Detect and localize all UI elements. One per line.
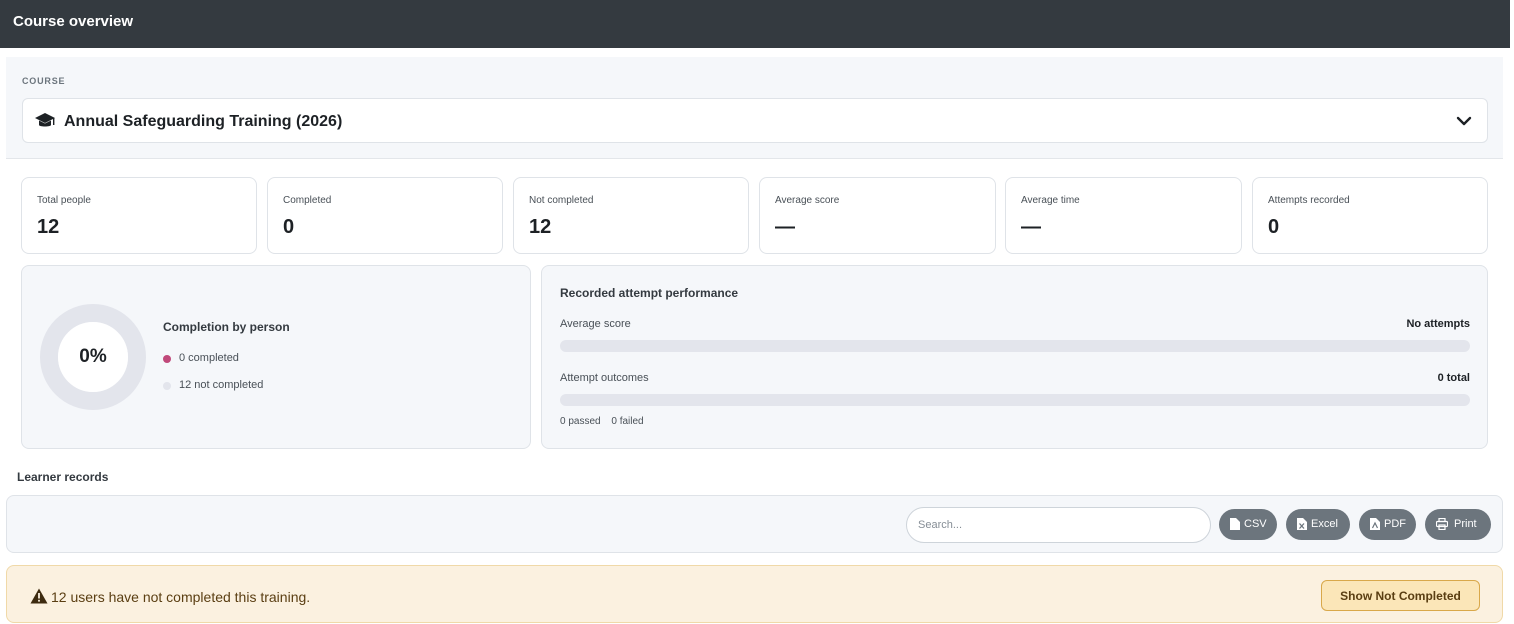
export-pdf-button[interactable]: PDF	[1359, 509, 1416, 540]
button-label: Print	[1454, 518, 1477, 530]
button-label: PDF	[1384, 518, 1406, 530]
completion-panel: 0% Completion by person 0 completed 12 n…	[21, 265, 531, 449]
learner-records-toolbar: CSV Excel PDF Print	[6, 495, 1503, 553]
stat-attempts-recorded: Attempts recorded 0	[1252, 177, 1488, 254]
stat-value: —	[1021, 216, 1041, 238]
attempt-summary: 0 passed 0 failed	[560, 416, 652, 427]
button-label: CSV	[1244, 518, 1267, 530]
attempt-outcomes-value: 0 total	[1437, 372, 1470, 384]
average-score-bar	[560, 340, 1470, 352]
stat-value: 0	[1268, 216, 1280, 238]
stat-label: Total people	[37, 195, 91, 206]
completion-title: Completion by person	[163, 320, 290, 334]
failed-count: 0 failed	[611, 416, 644, 427]
stat-value: —	[775, 216, 795, 238]
course-name: Annual Safeguarding Training (2026)	[64, 113, 343, 130]
attempt-outcomes-bar	[560, 394, 1470, 406]
search-input[interactable]	[906, 507, 1211, 543]
stat-label: Completed	[283, 195, 332, 206]
export-excel-button[interactable]: Excel	[1286, 509, 1350, 540]
stat-completed: Completed 0	[267, 177, 503, 254]
legend-dot-completed	[163, 355, 171, 363]
warning-icon	[30, 588, 48, 604]
stat-value: 0	[283, 216, 295, 238]
stat-total-people: Total people 12	[21, 177, 257, 254]
page-title: Course overview	[13, 13, 134, 30]
course-label: COURSE	[22, 76, 66, 86]
stat-not-completed: Not completed 12	[513, 177, 749, 254]
export-csv-button[interactable]: CSV	[1219, 509, 1277, 540]
file-pdf-icon	[1370, 518, 1380, 530]
stat-label: Average score	[775, 195, 840, 206]
show-not-completed-button[interactable]: Show Not Completed	[1321, 580, 1480, 611]
completion-percent: 0%	[79, 346, 107, 367]
course-section: COURSE Annual Safeguarding Training (202…	[6, 57, 1503, 159]
file-csv-icon	[1230, 518, 1240, 530]
legend-dot-not-completed	[163, 382, 171, 390]
performance-title: Recorded attempt performance	[560, 286, 739, 300]
average-score-value: No attempts	[1406, 318, 1470, 330]
file-excel-icon	[1297, 518, 1307, 530]
legend-label: 12 not completed	[179, 379, 264, 391]
chevron-down-icon	[1456, 116, 1472, 126]
course-select[interactable]: Annual Safeguarding Training (2026)	[22, 98, 1488, 143]
stat-label: Not completed	[529, 195, 594, 206]
stat-label: Average time	[1021, 195, 1080, 206]
not-completed-alert: 12 users have not completed this trainin…	[6, 565, 1503, 623]
stat-average-time: Average time —	[1005, 177, 1242, 254]
print-icon	[1436, 518, 1448, 530]
button-label: Excel	[1311, 518, 1338, 530]
legend-label: 0 completed	[179, 352, 239, 364]
stat-label: Attempts recorded	[1268, 195, 1350, 206]
performance-panel: Recorded attempt performance Average sco…	[541, 265, 1488, 449]
stat-average-score: Average score —	[759, 177, 996, 254]
stat-value: 12	[37, 216, 60, 238]
print-button[interactable]: Print	[1425, 509, 1491, 540]
passed-count: 0 passed	[560, 416, 601, 427]
attempt-outcomes-label: Attempt outcomes	[560, 372, 649, 384]
stat-value: 12	[529, 216, 552, 238]
learner-records-title: Learner records	[17, 470, 109, 484]
page-header: Course overview	[0, 0, 1510, 48]
alert-message: 12 users have not completed this trainin…	[51, 589, 311, 605]
graduation-cap-icon	[35, 113, 55, 127]
average-score-label: Average score	[560, 318, 631, 330]
